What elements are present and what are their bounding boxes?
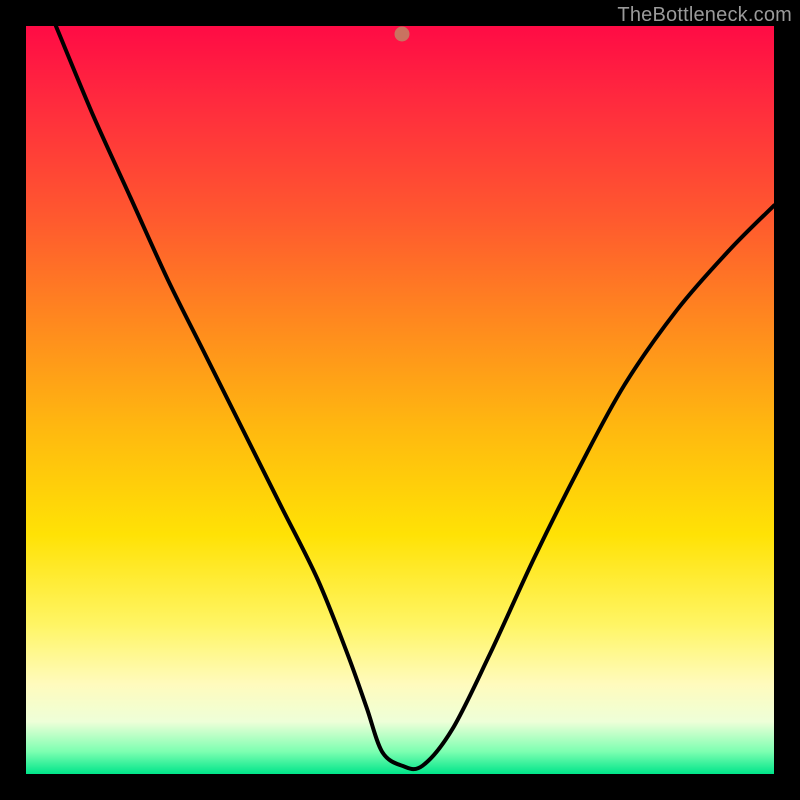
chart-marker-dot — [395, 27, 410, 42]
watermark-text: TheBottleneck.com — [617, 4, 792, 27]
chart-frame: TheBottleneck.com — [0, 0, 800, 800]
chart-plot-area — [26, 26, 774, 774]
